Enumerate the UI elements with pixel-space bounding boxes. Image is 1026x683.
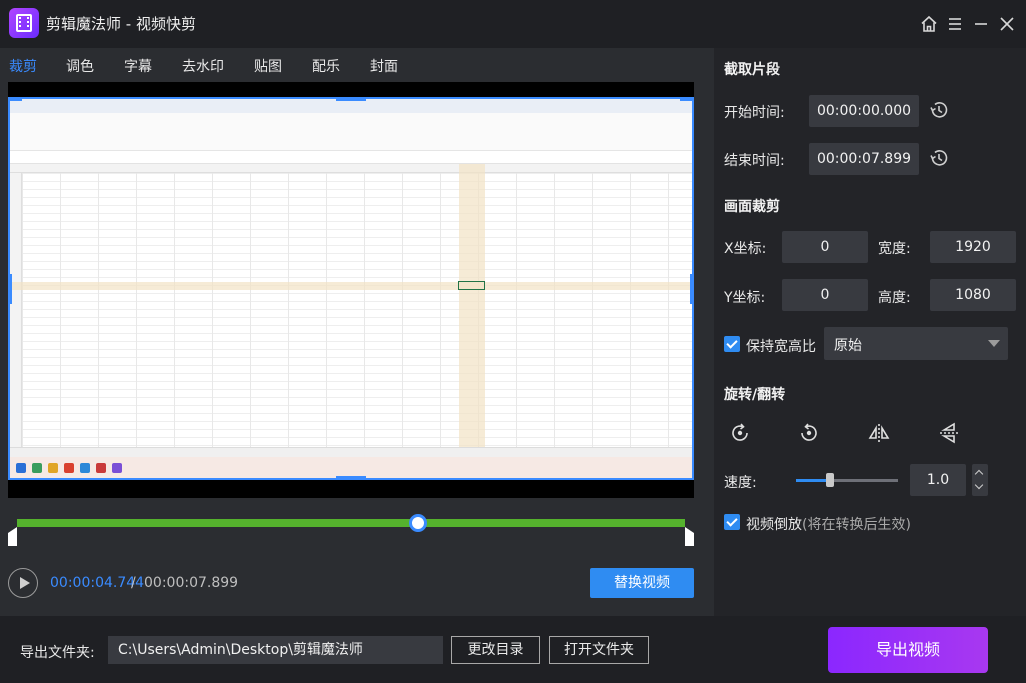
- export-folder-label: 导出文件夹:: [20, 645, 95, 661]
- video-content-row-headers: [10, 173, 22, 447]
- minimize-icon[interactable]: [971, 14, 991, 34]
- rotate-heading: 旋转/翻转: [724, 387, 786, 403]
- video-content-selected-cell: [458, 281, 485, 290]
- crop-heading: 画面裁剪: [724, 199, 780, 215]
- history-icon[interactable]: [928, 147, 950, 169]
- export-video-button[interactable]: 导出视频: [828, 627, 988, 673]
- crop-handle-top-right[interactable]: [680, 99, 692, 101]
- reverse-video-note: (将在转换后生效): [802, 517, 911, 533]
- history-icon[interactable]: [928, 99, 950, 121]
- video-content-sheet-tabs: [10, 447, 692, 457]
- x-coord-label: X坐标:: [724, 241, 767, 257]
- playhead[interactable]: [409, 514, 428, 532]
- end-time-input[interactable]: 00:00:07.899: [809, 143, 919, 175]
- aspect-ratio-select[interactable]: 原始: [824, 327, 1008, 360]
- clip-heading: 截取片段: [724, 62, 780, 78]
- tab-sticker[interactable]: 贴图: [254, 56, 282, 76]
- trim-start-handle[interactable]: [8, 527, 17, 546]
- flip-vertical-icon[interactable]: [937, 421, 961, 445]
- trim-end-handle[interactable]: [685, 527, 694, 546]
- trim-timeline[interactable]: [17, 519, 685, 527]
- tab-cover[interactable]: 封面: [370, 56, 398, 76]
- video-content-browser-tabs: [10, 99, 692, 113]
- app-name: 剪辑魔法师: [46, 15, 122, 33]
- export-path-field[interactable]: C:\Users\Admin\Desktop\剪辑魔法师: [108, 636, 443, 664]
- start-time-label: 开始时间:: [724, 105, 785, 121]
- speed-slider-fill: [796, 479, 830, 482]
- tab-remove-watermark[interactable]: 去水印: [182, 56, 224, 76]
- reverse-video-text: 视频倒放: [746, 517, 802, 533]
- chevron-up-icon[interactable]: [974, 469, 984, 479]
- reverse-video-label: 视频倒放(将在转换后生效): [746, 514, 911, 534]
- crop-handle-top-left[interactable]: [10, 99, 22, 101]
- start-time-input[interactable]: 00:00:00.000: [809, 95, 919, 127]
- crop-handle-bottom[interactable]: [336, 476, 366, 478]
- crop-handle-top[interactable]: [336, 99, 366, 101]
- video-content-highlight-row: [10, 282, 692, 290]
- reverse-video-checkbox[interactable]: [724, 514, 740, 530]
- speed-label: 速度:: [724, 475, 757, 491]
- time-separator: /: [131, 575, 136, 591]
- crop-frame[interactable]: [8, 97, 694, 480]
- speed-slider-thumb[interactable]: [825, 473, 834, 487]
- height-input[interactable]: 1080: [930, 279, 1016, 311]
- video-content-column-headers: [10, 164, 692, 173]
- width-label: 宽度:: [878, 241, 911, 257]
- open-folder-button[interactable]: 打开文件夹: [549, 636, 649, 664]
- tab-music[interactable]: 配乐: [312, 56, 340, 76]
- crop-handle-left[interactable]: [10, 274, 12, 304]
- height-label: 高度:: [878, 290, 911, 306]
- tab-bar: 裁剪 调色 字幕 去水印 贴图 配乐 封面: [0, 48, 714, 82]
- tab-crop[interactable]: 裁剪: [9, 56, 37, 76]
- aspect-ratio-value: 原始: [834, 338, 862, 354]
- tab-color[interactable]: 调色: [66, 56, 94, 76]
- video-content-highlight-column: [459, 164, 485, 447]
- window-title: 剪辑魔法师 - 视频快剪: [46, 13, 196, 34]
- width-input[interactable]: 1920: [930, 231, 1016, 263]
- window-subtitle: - 视频快剪: [121, 15, 196, 33]
- rotate-clockwise-icon[interactable]: [728, 421, 752, 445]
- speed-input[interactable]: 1.0: [910, 464, 966, 496]
- close-icon[interactable]: [997, 14, 1017, 34]
- video-content-ribbon: [10, 113, 692, 151]
- app-logo-icon: [9, 8, 39, 38]
- current-time: 00:00:04.744: [50, 575, 145, 591]
- home-icon[interactable]: [919, 14, 939, 34]
- x-coord-input[interactable]: 0: [782, 231, 868, 263]
- rotate-counterclockwise-icon[interactable]: [797, 421, 821, 445]
- keep-ratio-checkbox[interactable]: [724, 336, 740, 352]
- total-time: 00:00:07.899: [144, 575, 239, 591]
- chevron-down-icon[interactable]: [974, 480, 984, 490]
- replace-video-button[interactable]: 替换视频: [590, 568, 694, 598]
- video-content-formula-bar: [10, 152, 692, 164]
- flip-horizontal-icon[interactable]: [867, 421, 891, 445]
- crop-handle-right[interactable]: [690, 274, 692, 304]
- change-directory-button[interactable]: 更改目录: [451, 636, 540, 664]
- video-content-spreadsheet-grid: [22, 173, 692, 447]
- end-time-label: 结束时间:: [724, 153, 785, 169]
- menu-icon[interactable]: [945, 14, 965, 34]
- chevron-down-icon: [988, 340, 1000, 347]
- speed-stepper[interactable]: [972, 464, 988, 496]
- tab-subtitle[interactable]: 字幕: [124, 56, 152, 76]
- y-coord-input[interactable]: 0: [782, 279, 868, 311]
- keep-ratio-label: 保持宽高比: [746, 339, 816, 355]
- y-coord-label: Y坐标:: [724, 290, 766, 306]
- play-button[interactable]: [8, 568, 38, 598]
